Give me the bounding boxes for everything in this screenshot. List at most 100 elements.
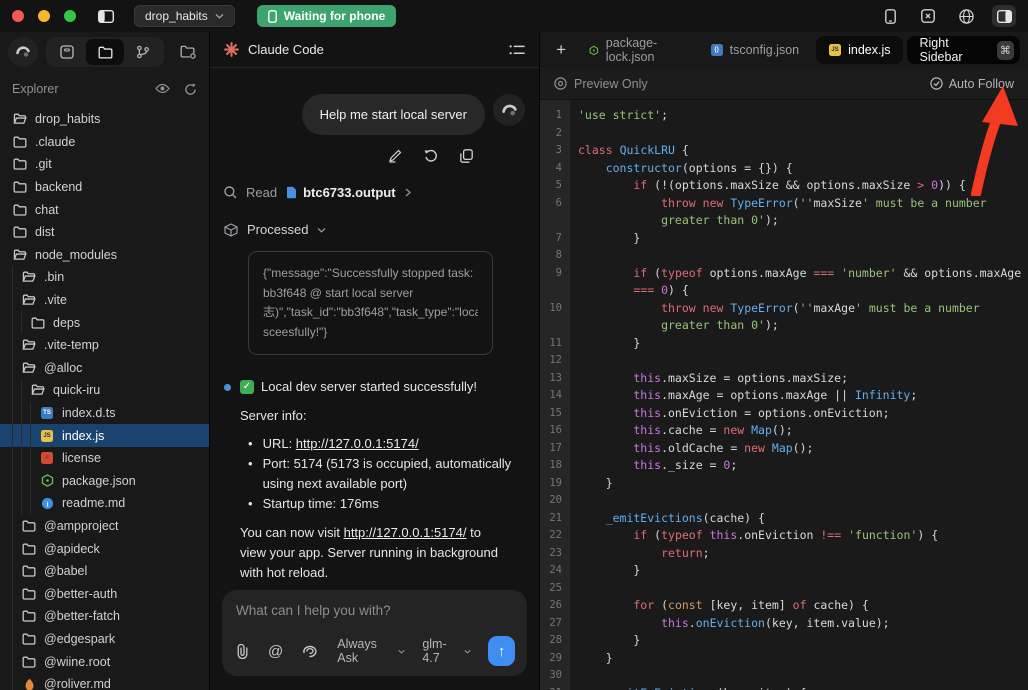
attach-icon[interactable]: [236, 644, 249, 659]
tree-item-label: @ampproject: [44, 519, 119, 533]
tree-item-label: .claude: [35, 135, 75, 149]
read-file-chip[interactable]: btc6733.output: [286, 185, 395, 200]
indent-guide: [21, 379, 30, 402]
chat-outline-icon[interactable]: [509, 44, 525, 56]
tree-item--git[interactable]: .git: [0, 153, 209, 176]
tab-index-js[interactable]: JSindex.js: [816, 36, 903, 64]
status-badge[interactable]: Waiting for phone: [257, 5, 397, 27]
tree-item-index-d-ts[interactable]: TSindex.d.ts: [0, 402, 209, 425]
indent-guide: [12, 402, 21, 425]
app-logo[interactable]: [8, 37, 38, 67]
code-view: 1'use strict';23class QuickLRU {4constru…: [540, 100, 1028, 690]
tree-item-quick-iru[interactable]: quick-iru: [0, 379, 209, 402]
line-number: 9: [540, 265, 570, 300]
new-tab-button[interactable]: +: [550, 40, 572, 60]
folder-open-icon: [13, 113, 27, 125]
minimize-window-button[interactable]: [38, 10, 50, 22]
result-footer: You can now visit http://127.0.0.1:5174/…: [240, 523, 502, 580]
package-lock-icon: [589, 44, 599, 57]
file-tree: drop_habits .claude .git backend chat distnod…: [0, 106, 209, 690]
sidebar-toggle-icon[interactable]: [94, 5, 118, 27]
tree-item-backend[interactable]: backend: [0, 176, 209, 199]
code-line-5: 5if (!(options.maxSize && options.maxSiz…: [540, 177, 1028, 195]
folder-open-icon: [22, 271, 36, 283]
tree-item-package-json[interactable]: package.json: [0, 470, 209, 493]
folder-icon: [22, 610, 36, 622]
tree-item--wiine-root[interactable]: @wiine.root: [0, 650, 209, 673]
project-dropdown[interactable]: drop_habits: [134, 5, 235, 27]
server-url-link[interactable]: http://127.0.0.1:5174/: [296, 436, 419, 451]
eye-icon[interactable]: [155, 83, 170, 96]
files-panel-button[interactable]: [86, 39, 124, 65]
tree-item--roliver-md[interactable]: @roliver.md: [0, 673, 209, 690]
close-panel-icon[interactable]: [916, 5, 940, 27]
tree-item-label: @better-fatch: [44, 609, 120, 623]
retry-icon[interactable]: [424, 149, 438, 163]
tool-processed-row[interactable]: Processed: [224, 222, 525, 237]
server-info-text: Port: 5174 (5173 is occupied, automatica…: [263, 454, 525, 494]
tree-item-label: backend: [35, 180, 82, 194]
code-line-11: 11}: [540, 335, 1028, 353]
server-url-link[interactable]: http://127.0.0.1:5174/: [344, 525, 467, 540]
editor-tabbar: + package-lock.json{}tsconfig.jsonJSinde…: [540, 32, 1028, 68]
tree-item--vite-temp[interactable]: .vite-temp: [0, 334, 209, 357]
copy-icon[interactable]: [460, 149, 473, 163]
tree-item--better-fatch[interactable]: @better-fatch: [0, 605, 209, 628]
tree-item-label: @wiine.root: [44, 655, 110, 669]
code-line-text: [578, 492, 1028, 510]
tree-item-index-js[interactable]: JSindex.js: [0, 424, 209, 447]
tree-item--edgespark[interactable]: @edgespark: [0, 628, 209, 651]
indent-guide: [12, 266, 21, 289]
mention-icon[interactable]: @: [268, 643, 283, 660]
auto-follow-toggle[interactable]: Auto Follow: [930, 77, 1014, 91]
model-dropdown[interactable]: glm-4.7: [422, 637, 471, 665]
close-window-button[interactable]: [12, 10, 24, 22]
tool-read-row[interactable]: Read btc6733.output: [224, 185, 525, 200]
code-line-1: 1'use strict';: [540, 107, 1028, 125]
git-panel-button[interactable]: [124, 39, 162, 65]
explorer-title: Explorer: [12, 82, 59, 96]
tab-package-lock-json[interactable]: package-lock.json: [576, 36, 694, 64]
tasks-panel-button[interactable]: [48, 39, 86, 65]
code-line-17: 17this.oldCache = new Map();: [540, 440, 1028, 458]
tree-item--alloc[interactable]: @alloc: [0, 357, 209, 380]
claude-swirl-icon[interactable]: [302, 644, 318, 658]
send-button[interactable]: ↑: [488, 636, 515, 666]
server-info-item: •URL: http://127.0.0.1:5174/: [240, 434, 525, 454]
tree-item-license[interactable]: ≡license: [0, 447, 209, 470]
edit-message-icon[interactable]: [388, 149, 402, 163]
result-title: Local dev server started successfully!: [261, 377, 477, 397]
refresh-icon[interactable]: [184, 83, 197, 96]
permission-mode-dropdown[interactable]: Always Ask: [337, 637, 405, 665]
zoom-window-button[interactable]: [64, 10, 76, 22]
globe-icon[interactable]: [954, 5, 978, 27]
new-folder-icon[interactable]: [180, 45, 196, 59]
sidebar-toolbar: [0, 32, 209, 72]
tree-item-label: chat: [35, 203, 59, 217]
right-panel-toggle-icon[interactable]: [992, 5, 1016, 27]
tree-item-node-modules[interactable]: node_modules: [0, 244, 209, 267]
tree-item-readme-md[interactable]: ireadme.md: [0, 492, 209, 515]
tree-item--ampproject[interactable]: @ampproject: [0, 515, 209, 538]
line-number: 6: [540, 195, 570, 230]
tree-item--apideck[interactable]: @apideck: [0, 537, 209, 560]
editor-panel: + package-lock.json{}tsconfig.jsonJSinde…: [540, 32, 1028, 690]
tree-item--vite[interactable]: .vite: [0, 289, 209, 312]
tree-item--claude[interactable]: .claude: [0, 131, 209, 154]
tab-tsconfig-json[interactable]: {}tsconfig.json: [698, 36, 812, 64]
tree-item-drop-habits[interactable]: drop_habits: [0, 108, 209, 131]
indent-guide: [12, 650, 21, 673]
chat-input[interactable]: [236, 603, 515, 618]
tree-item--bin[interactable]: .bin: [0, 266, 209, 289]
panel-switcher: [46, 37, 164, 67]
code-line-9: 9if (typeof options.maxAge === 'number' …: [540, 265, 1028, 300]
mobile-preview-icon[interactable]: [878, 5, 902, 27]
tree-item--better-auth[interactable]: @better-auth: [0, 582, 209, 605]
indent-guide: [21, 424, 30, 447]
tree-item-chat[interactable]: chat: [0, 198, 209, 221]
tree-item-dist[interactable]: dist: [0, 221, 209, 244]
right-sidebar-button[interactable]: Right Sidebar ⌘: [907, 36, 1020, 64]
tree-item--babel[interactable]: @babel: [0, 560, 209, 583]
code-line-text: class QuickLRU {: [578, 142, 1028, 160]
tree-item-deps[interactable]: deps: [0, 311, 209, 334]
